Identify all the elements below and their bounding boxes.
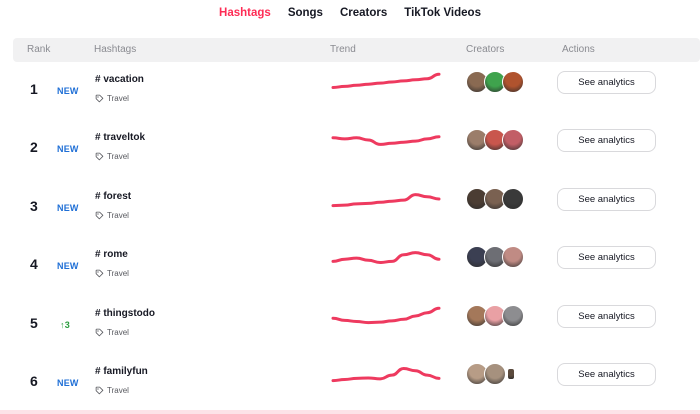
industry-label: Travel — [95, 269, 129, 278]
creator-avatar[interactable] — [484, 363, 506, 385]
trend-line — [331, 251, 441, 265]
trend-sparkline — [331, 366, 441, 383]
rank-number: 6 — [30, 373, 38, 389]
column-header-creators: Creators — [466, 44, 505, 55]
creator-avatar[interactable] — [502, 304, 524, 327]
bottom-divider — [0, 410, 700, 414]
table-row: 5 ↑3 # thingstodo Travel See analytics — [0, 296, 700, 354]
industry-label: Travel — [95, 94, 129, 103]
rank-change-badge: NEW — [57, 202, 79, 213]
industry-label: Travel — [95, 152, 129, 161]
see-analytics-button[interactable]: See analytics — [557, 129, 656, 153]
rank-change-badge: ↑3 — [60, 319, 70, 330]
hashtag-name[interactable]: # familyfun — [95, 366, 148, 377]
table-row: 3 NEW # forest Travel See analytics — [0, 179, 700, 237]
column-header-trend: Trend — [330, 44, 356, 55]
table-row: 2 NEW # traveltok Travel See analytics — [0, 120, 700, 178]
industry-text: Travel — [107, 210, 129, 220]
rank-number: 1 — [30, 81, 38, 97]
table-row: 4 NEW # rome Travel See analytics — [0, 237, 700, 295]
table-row: 1 NEW # vacation Travel See analytics — [0, 62, 700, 120]
trend-line — [331, 366, 441, 383]
industry-label: Travel — [95, 328, 129, 337]
tag-icon — [95, 211, 104, 220]
creator-avatars — [466, 304, 524, 327]
trend-sparkline — [331, 192, 441, 207]
rank-number: 4 — [30, 256, 38, 273]
creator-avatars — [466, 187, 524, 210]
tab-creators[interactable]: Creators — [340, 6, 387, 20]
creator-avatar[interactable] — [502, 71, 524, 93]
creator-avatar[interactable] — [502, 187, 524, 210]
tab-hashtags[interactable]: Hashtags — [219, 6, 271, 20]
industry-text: Travel — [107, 269, 129, 279]
column-header-actions: Actions — [562, 44, 595, 55]
table-header: Rank Hashtags Trend Creators Actions — [13, 38, 700, 62]
trend-sparkline — [331, 306, 441, 324]
column-header-rank: Rank — [27, 44, 51, 55]
creator-avatar[interactable] — [508, 369, 514, 379]
rank-change-badge: NEW — [57, 261, 79, 272]
tag-icon — [95, 386, 104, 395]
rank-number: 3 — [30, 197, 38, 214]
hashtag-name[interactable]: # forest — [95, 191, 131, 202]
creator-avatars — [466, 129, 524, 152]
see-analytics-button[interactable]: See analytics — [557, 187, 656, 211]
hashtag-name[interactable]: # thingstodo — [95, 308, 155, 319]
see-analytics-button[interactable]: See analytics — [557, 246, 656, 270]
trend-sparkline — [331, 251, 441, 265]
creator-avatars — [466, 363, 514, 385]
tag-icon — [95, 94, 104, 103]
tab-songs[interactable]: Songs — [288, 6, 323, 20]
industry-text: Travel — [107, 386, 129, 395]
creator-avatars — [466, 71, 524, 93]
hashtag-name[interactable]: # traveltok — [95, 132, 145, 143]
rank-number: 5 — [30, 314, 38, 331]
top-nav: Hashtags Songs Creators TikTok Videos — [0, 0, 700, 28]
creator-avatars — [466, 246, 524, 269]
see-analytics-button[interactable]: See analytics — [557, 71, 656, 94]
industry-label: Travel — [95, 211, 129, 220]
tab-tiktok-videos[interactable]: TikTok Videos — [404, 6, 481, 20]
trend-line — [331, 192, 441, 207]
industry-text: Travel — [107, 94, 129, 103]
rank-change-badge: NEW — [57, 86, 79, 96]
rank-change-badge: NEW — [57, 378, 79, 388]
tag-icon — [95, 152, 104, 161]
industry-text: Travel — [107, 327, 129, 337]
hashtag-name[interactable]: # vacation — [95, 74, 144, 85]
trend-line — [331, 135, 441, 147]
tag-icon — [95, 269, 104, 278]
rank-change-badge: NEW — [57, 144, 79, 155]
trend-line — [331, 72, 441, 89]
table-row: 6 NEW # familyfun Travel See analytics — [0, 354, 700, 412]
creator-avatar[interactable] — [502, 246, 524, 269]
creator-avatar[interactable] — [502, 129, 524, 152]
see-analytics-button[interactable]: See analytics — [557, 363, 656, 386]
industry-text: Travel — [107, 152, 129, 162]
see-analytics-button[interactable]: See analytics — [557, 304, 656, 328]
hashtag-name[interactable]: # rome — [95, 249, 128, 260]
tag-icon — [95, 328, 104, 337]
column-header-hashtags: Hashtags — [94, 44, 137, 55]
rank-number: 2 — [30, 139, 38, 156]
trend-sparkline — [331, 135, 441, 147]
industry-label: Travel — [95, 386, 129, 395]
trend-line — [331, 306, 441, 324]
trend-sparkline — [331, 72, 441, 89]
